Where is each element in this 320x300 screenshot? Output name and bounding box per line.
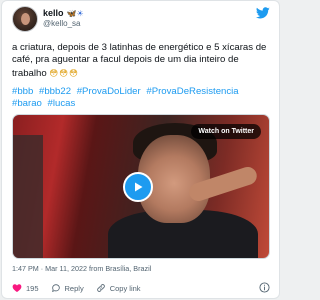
watch-on-twitter-button[interactable]: Watch on Twitter bbox=[191, 124, 261, 139]
avatar[interactable] bbox=[12, 6, 38, 32]
link-icon bbox=[96, 284, 105, 292]
reply-label: Reply bbox=[64, 283, 84, 293]
hashtag-link[interactable]: #bbb22 bbox=[39, 86, 71, 97]
video-frame-background bbox=[13, 135, 43, 258]
hashtag-link[interactable]: #ProvaDeResistencia bbox=[146, 86, 238, 97]
tweet-text: a criatura, depois de 3 latinhas de ener… bbox=[12, 42, 274, 80]
reply-button[interactable]: Reply bbox=[51, 283, 84, 293]
reply-bubble-icon bbox=[51, 284, 60, 292]
hashtag-link[interactable]: #barao bbox=[12, 98, 42, 109]
like-count: 195 bbox=[26, 283, 39, 293]
tweet-card: kello 🦋☀ @kello_sa a criatura, depois de… bbox=[1, 0, 280, 299]
like-button[interactable]: 195 bbox=[12, 283, 39, 293]
play-icon bbox=[135, 182, 143, 192]
copy-link-label: Copy link bbox=[109, 283, 141, 293]
hashtag-link[interactable]: #ProvaDoLider bbox=[77, 86, 141, 97]
hashtag-list: #bbb #bbb22 #ProvaDoLider #ProvaDeResist… bbox=[12, 86, 274, 111]
author-name-row[interactable]: kello 🦋☀ bbox=[43, 7, 84, 19]
info-icon[interactable] bbox=[259, 282, 270, 293]
avatar-face bbox=[21, 13, 30, 25]
heart-icon bbox=[12, 284, 22, 292]
video-player[interactable]: Watch on Twitter bbox=[12, 114, 270, 259]
copy-link-button[interactable]: Copy link bbox=[96, 283, 141, 293]
action-bar: 195 Reply Copy link bbox=[12, 282, 153, 294]
play-button[interactable] bbox=[123, 172, 153, 202]
hashtag-link[interactable]: #lucas bbox=[48, 98, 76, 109]
author-name-emoji: 🦋☀ bbox=[66, 8, 84, 18]
tweet-emojis: 😳😳😳 bbox=[49, 67, 79, 78]
hashtag-link[interactable]: #bbb bbox=[12, 86, 33, 97]
author-display-name[interactable]: kello bbox=[43, 8, 64, 18]
twitter-logo-icon[interactable] bbox=[256, 7, 270, 19]
author-handle[interactable]: @kello_sa bbox=[43, 19, 80, 28]
tweet-timestamp[interactable]: 1:47 PM · Mar 11, 2022 from Brasília, Br… bbox=[12, 264, 151, 273]
